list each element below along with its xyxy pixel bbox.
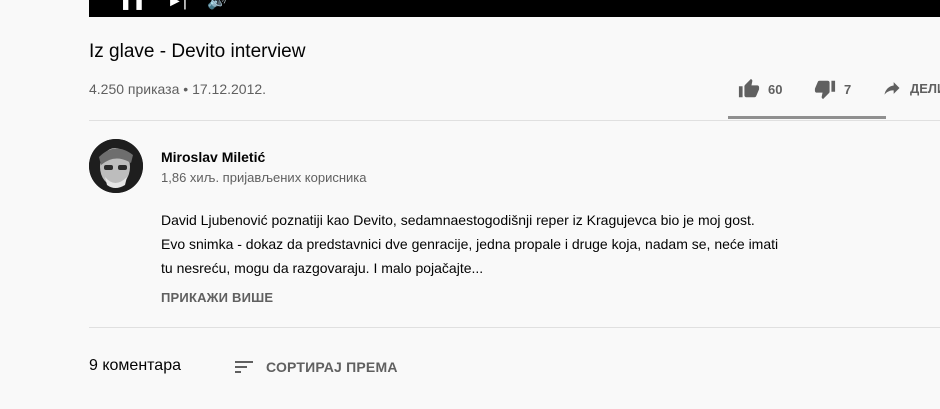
video-title: Iz glave - Devito interview (89, 41, 306, 62)
description-line: tu nesreću, mogu da razgovaraju. I malo … (161, 260, 484, 276)
channel-name[interactable]: Miroslav Miletić (161, 149, 265, 165)
sort-button[interactable]: СОРТИРАЈ ПРЕМА (232, 355, 398, 379)
sort-label: СОРТИРАЈ ПРЕМА (266, 359, 398, 375)
avatar-portrait (89, 139, 143, 193)
divider (89, 327, 940, 328)
channel-avatar[interactable] (89, 139, 143, 193)
comments-count: 9 коментара (89, 357, 181, 374)
view-count: 4.250 приказа (89, 81, 180, 97)
share-label: ДЕЛИ (910, 80, 940, 96)
volume-icon[interactable]: 🔊 (207, 0, 227, 10)
video-description: David Ljubenović poznatiji kao Devito, s… (161, 208, 861, 280)
meta-separator: • (183, 81, 189, 97)
thumb-up-icon (738, 78, 760, 98)
share-button[interactable]: ДЕЛИ (882, 78, 940, 98)
share-icon (884, 82, 900, 95)
show-more-button[interactable]: ПРИКАЖИ ВИШЕ (161, 290, 273, 305)
dislike-button[interactable]: 7 (814, 78, 851, 100)
dislike-count: 7 (844, 81, 852, 97)
sentiment-bar (728, 116, 886, 119)
next-icon[interactable]: ►| (167, 0, 187, 10)
subscriber-count: 1,86 хиљ. пријављених корисника (161, 170, 367, 185)
video-actions: 60 7 ДЕЛИ (728, 78, 940, 106)
like-count: 60 (768, 81, 783, 97)
divider (89, 120, 940, 121)
video-meta: 4.250 приказа • 17.12.2012. (89, 81, 266, 97)
pause-icon[interactable]: ❚❚ (119, 0, 146, 10)
sort-icon (235, 361, 253, 373)
description-line: David Ljubenović poznatiji kao Devito, s… (161, 212, 755, 228)
like-button[interactable]: 60 (738, 78, 782, 100)
thumb-down-icon (814, 80, 836, 100)
upload-date: 17.12.2012. (192, 81, 267, 97)
video-player-controls: ❚❚ ►| 🔊 (89, 0, 940, 17)
description-line: Evo snimka - dokaz da predstavnici dve g… (161, 236, 779, 252)
